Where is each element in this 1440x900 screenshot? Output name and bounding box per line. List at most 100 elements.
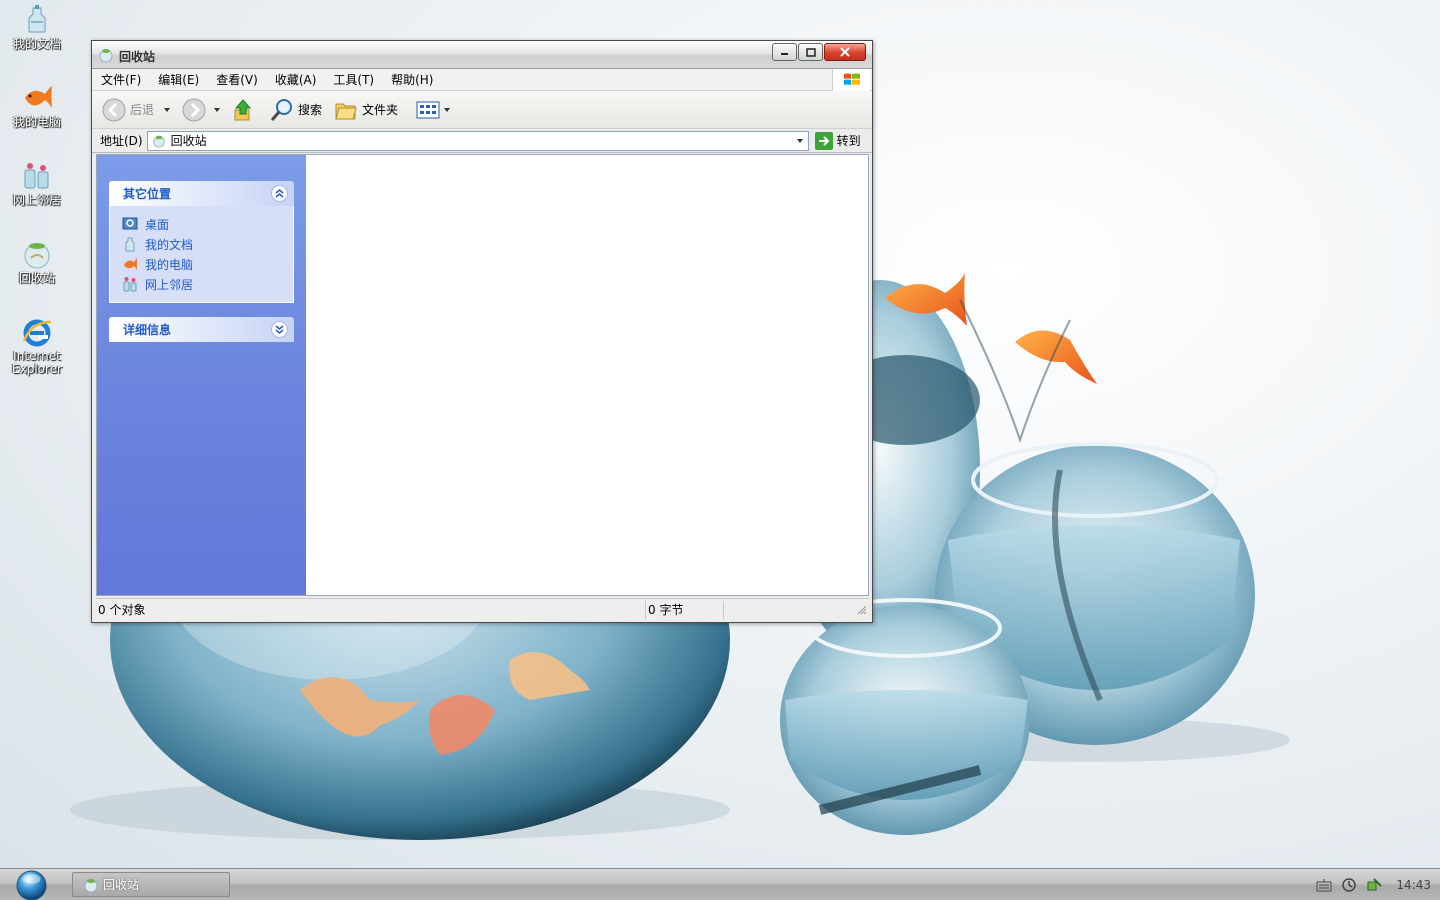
forward-arrow-icon [182, 98, 206, 121]
search-button[interactable]: 搜索 [270, 98, 322, 122]
resize-grip-icon[interactable] [857, 605, 867, 615]
menu-favorites[interactable]: 收藏(A) [275, 71, 317, 88]
status-object-count: 0 个对象 [96, 600, 646, 619]
views-button[interactable] [416, 100, 451, 120]
search-icon [270, 98, 293, 121]
my-computer-icon [25, 86, 52, 108]
maximize-icon [805, 47, 816, 57]
goldfish-2 [1015, 330, 1097, 384]
place-link-label: 网上邻居 [145, 277, 194, 292]
status-empty-cell [724, 601, 869, 619]
menu-edit[interactable]: 编辑(E) [158, 71, 199, 88]
folders-icon [335, 103, 357, 119]
folders-label: 文件夹 [362, 103, 399, 117]
desktop-icon-my-computer[interactable]: 我的电脑 [2, 82, 72, 129]
recycle-bin-icon [152, 135, 165, 148]
close-button[interactable] [824, 43, 866, 61]
double-chevron-up-icon [275, 189, 284, 198]
taskbar: 回收站 14:43 [0, 868, 1440, 900]
place-link-label: 我的文档 [145, 237, 194, 252]
menu-tools[interactable]: 工具(T) [333, 71, 374, 88]
address-label: 地址(D) [100, 134, 143, 148]
keyboard-icon[interactable] [1316, 878, 1332, 892]
windows-logo [832, 69, 870, 91]
other-places-header[interactable]: 其它位置 [109, 181, 294, 206]
file-list-area[interactable] [306, 155, 868, 595]
go-label: 转到 [836, 134, 861, 148]
close-icon [840, 47, 850, 57]
address-bar: 地址(D) 回收站 转到 [92, 129, 872, 153]
place-link-label: 桌面 [145, 217, 170, 232]
double-chevron-down-icon [275, 325, 284, 334]
network-status-icon[interactable] [1366, 877, 1383, 893]
my-computer-icon [124, 258, 137, 270]
recycle-bin-window: 回收站 文件(F) 编辑(E) 查看(V) 收藏(A) 工具(T) 帮助(H) [91, 40, 873, 623]
network-places-icon [123, 277, 137, 292]
address-value: 回收站 [170, 134, 207, 148]
minimize-button[interactable] [772, 43, 797, 61]
security-shield-icon[interactable] [1342, 878, 1357, 892]
maximize-button[interactable] [798, 43, 823, 61]
back-dropdown-icon[interactable] [164, 107, 171, 112]
address-dropdown-button[interactable] [792, 132, 808, 150]
window-controls [771, 43, 866, 61]
windows-logo-icon [843, 73, 860, 85]
forward-dropdown-icon[interactable] [214, 107, 221, 112]
start-orb-icon[interactable] [16, 870, 47, 900]
details-panel: 详细信息 [109, 317, 294, 342]
back-label: 后退 [130, 103, 155, 117]
desktop-icon-my-documents[interactable]: 我的文档 [2, 4, 72, 51]
details-title: 详细信息 [123, 323, 172, 337]
status-bar: 0 个对象 0 字节 [96, 598, 869, 620]
details-header[interactable]: 详细信息 [109, 317, 294, 342]
menu-view[interactable]: 查看(V) [216, 71, 258, 88]
menu-help[interactable]: 帮助(H) [391, 71, 433, 88]
place-link-label: 我的电脑 [145, 257, 194, 272]
folder-up-icon [234, 98, 252, 120]
place-link-my-computer[interactable]: 我的电脑 [122, 254, 293, 274]
back-arrow-icon [102, 98, 126, 121]
desktop-icon-label: 网上邻居 [12, 193, 61, 207]
other-places-title: 其它位置 [123, 187, 172, 201]
desktop-icon-label: Internet Explorer [12, 349, 62, 376]
recycle-bin-icon [84, 878, 98, 892]
recycle-bin-icon [99, 49, 113, 63]
forward-button[interactable] [182, 98, 221, 122]
menu-file[interactable]: 文件(F) [101, 71, 141, 88]
address-input[interactable]: 回收站 [146, 130, 809, 151]
taskbar-button-label: 回收站 [103, 878, 140, 892]
folders-button[interactable]: 文件夹 [334, 99, 398, 121]
back-button[interactable]: 后退 [102, 98, 171, 122]
expand-button[interactable] [271, 321, 288, 338]
views-dropdown-icon[interactable] [444, 107, 451, 112]
desktop-icon-network-places[interactable]: 网上邻居 [2, 160, 72, 207]
task-pane: 其它位置 桌面 我的文档 我的电脑 网上邻居 详细信息 [97, 155, 306, 595]
desktop-icon-label: 我的电脑 [12, 115, 61, 129]
taskbar-button-recycle-bin[interactable]: 回收站 [72, 872, 230, 897]
collapse-button[interactable] [271, 185, 288, 202]
chevron-down-icon [796, 138, 803, 143]
views-icon [416, 101, 440, 118]
desktop-icon-label: 我的文档 [12, 37, 61, 51]
desktop-icon-label: 回收站 [18, 271, 55, 285]
clock[interactable]: 14:43 [1396, 878, 1431, 892]
status-size: 0 字节 [646, 600, 724, 619]
desktop-icon-recycle-bin[interactable]: 回收站 [2, 238, 72, 285]
menu-bar: 文件(F) 编辑(E) 查看(V) 收藏(A) 工具(T) 帮助(H) [92, 69, 872, 91]
go-button[interactable]: 转到 [814, 131, 861, 150]
place-link-desktop[interactable]: 桌面 [122, 214, 293, 234]
network-places-icon [24, 163, 49, 189]
window-title: 回收站 [119, 50, 156, 64]
place-link-my-documents[interactable]: 我的文档 [122, 234, 293, 254]
internet-explorer-icon [22, 319, 52, 347]
up-button[interactable] [232, 98, 258, 122]
search-label: 搜索 [298, 103, 323, 117]
recycle-bin-icon [24, 243, 50, 269]
desktop-icon-internet-explorer[interactable]: Internet Explorer [2, 316, 72, 376]
toolbar: 后退 搜索 文件夹 [92, 91, 872, 129]
place-link-network-places[interactable]: 网上邻居 [122, 274, 293, 294]
window-titlebar[interactable]: 回收站 [92, 41, 872, 69]
window-content: 其它位置 桌面 我的文档 我的电脑 网上邻居 详细信息 [96, 154, 869, 596]
system-tray: 14:43 [1316, 869, 1440, 900]
other-places-panel: 其它位置 桌面 我的文档 我的电脑 网上邻居 [109, 181, 294, 303]
